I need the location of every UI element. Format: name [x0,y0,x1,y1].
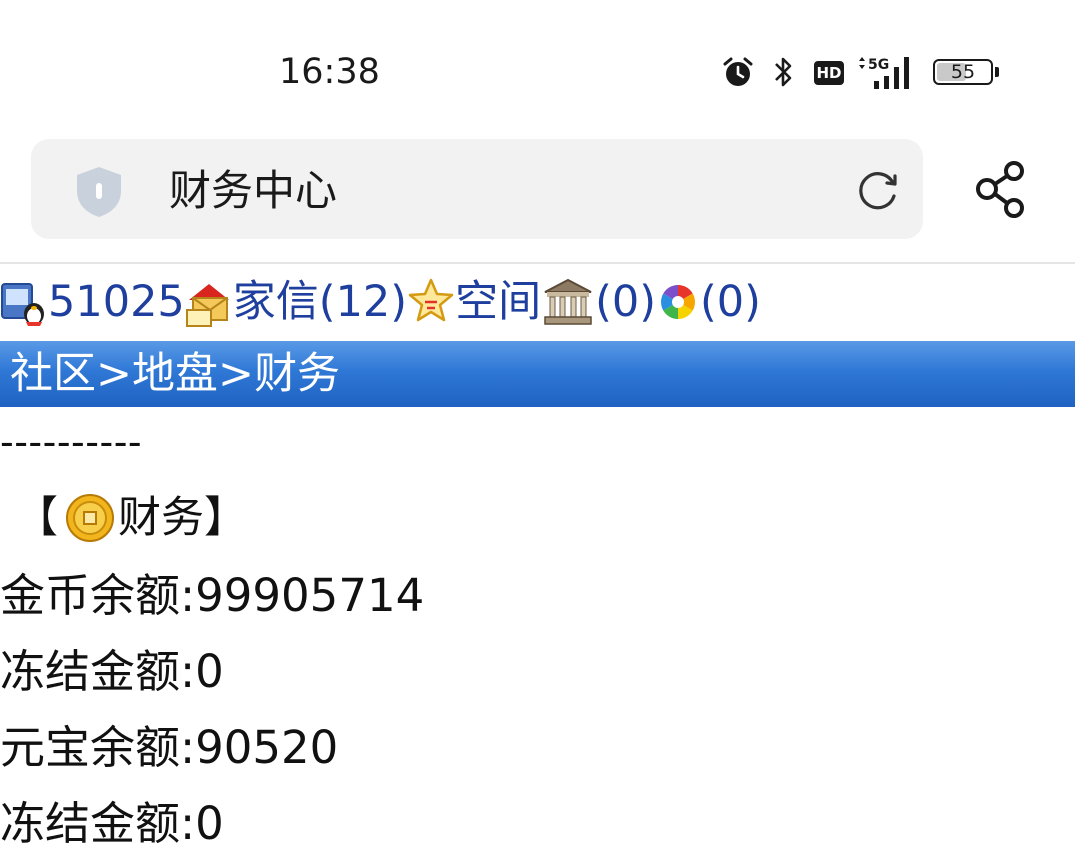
section-title-text: 财务 [118,493,204,543]
hd-badge: HD [814,61,844,85]
bracket-close: 】 [204,493,247,543]
text-divider: ---------- [0,420,143,464]
yuanbao-frozen: 冻结金额:0 [0,797,224,850]
share-icon[interactable] [970,158,1032,220]
breadcrumb-home[interactable]: 社区 [10,349,96,399]
signal-icon: 5G [859,57,909,89]
battery-indicator: 55 [933,59,993,85]
nav-row: 51025 家信(12) 空间 (0) (0) [0,266,761,338]
breadcrumb-separator: > [218,349,255,399]
bank-icon [541,276,595,328]
photo-count-link[interactable]: (0) [700,272,761,332]
gold-frozen: 冻结金额:0 [0,645,224,698]
reload-icon[interactable] [853,165,903,215]
breadcrumb-separator: > [96,349,133,399]
photo-icon [656,276,700,328]
gold-balance: 金币余额:99905714 [0,569,425,622]
yuanbao-balance: 元宝余额:90520 [0,721,339,774]
bluetooth-icon [775,57,792,87]
bank-count-link[interactable]: (0) [595,272,656,332]
breadcrumb: 社区>地盘>财务 [0,341,1075,407]
page-title[interactable]: 财务中心 [169,163,337,219]
section-title: 【 财务 】 [15,486,247,550]
breadcrumb-land[interactable]: 地盘 [132,349,218,399]
status-time: 16:38 [279,52,380,92]
breadcrumb-current: 财务 [254,349,341,399]
network-label: 5G [868,57,889,73]
coin-icon [66,494,114,542]
mail-icon [185,276,233,328]
address-bar[interactable]: 财务中心 [31,139,923,239]
mail-link[interactable]: 家信(12) [233,272,407,332]
user-id-link[interactable]: 51025 [48,272,185,332]
space-link[interactable]: 空间 [455,272,541,332]
alarm-icon [723,57,753,86]
header-divider [0,262,1075,264]
bracket-open: 【 [15,493,58,543]
shield-icon[interactable] [71,163,127,219]
user-online-icon [0,276,48,328]
battery-percent: 55 [950,61,976,83]
battery-nub [995,67,999,77]
star-icon [407,276,455,328]
